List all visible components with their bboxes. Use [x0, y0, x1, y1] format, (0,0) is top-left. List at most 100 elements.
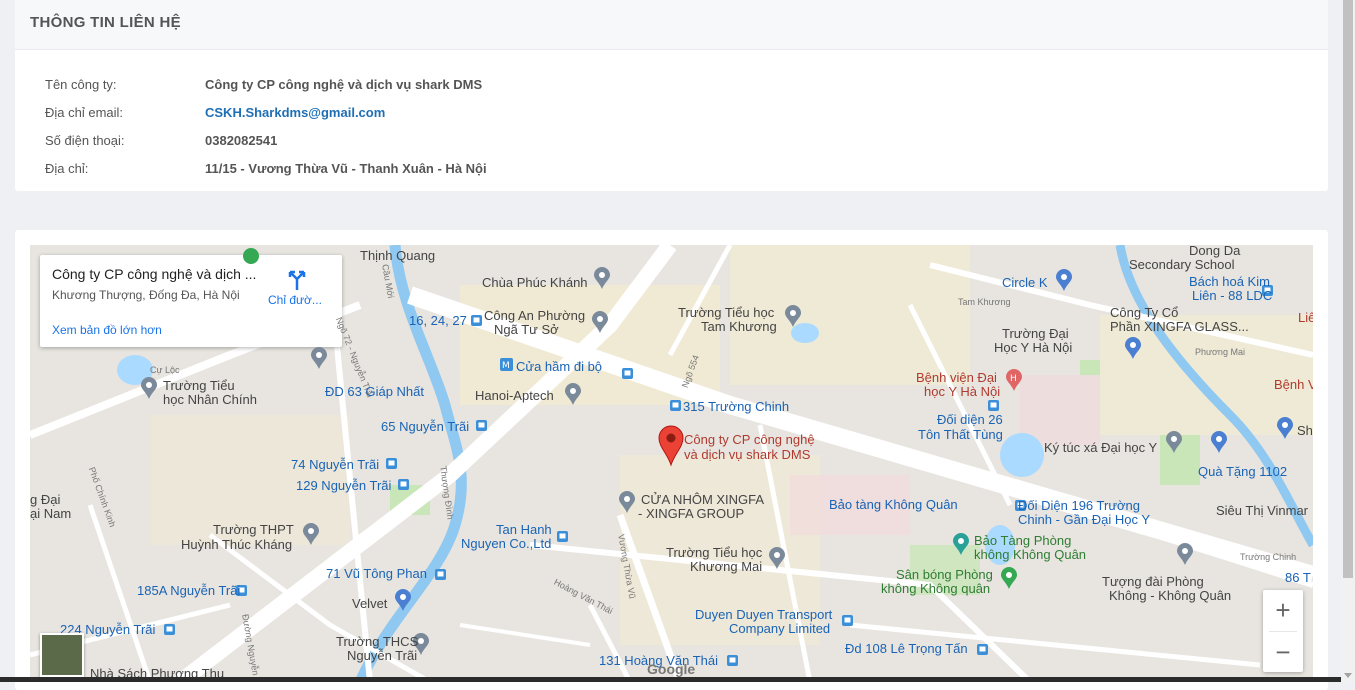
map-label: Hanoi-Aptech — [475, 388, 554, 403]
gift-shop-pin-icon[interactable] — [1210, 431, 1228, 455]
bus-stop-icon[interactable] — [164, 624, 175, 635]
bus-stop-icon[interactable] — [386, 458, 397, 469]
location-pin-icon[interactable] — [310, 347, 328, 371]
map-label: học Y Hà Nội — [924, 384, 1001, 399]
map-label: 65 Nguyễn Trãi — [381, 419, 470, 434]
bus-stop-icon[interactable] — [622, 368, 633, 379]
map-label: g Đại — [30, 492, 61, 507]
contact-card-header: THÔNG TIN LIÊN HỆ — [15, 0, 1328, 50]
map-label: Tôn Thất Tùng — [918, 427, 1003, 442]
bus-stop-icon[interactable] — [557, 531, 568, 542]
bus-stop-icon[interactable] — [670, 400, 681, 411]
map-label: Nguyễn Trãi — [347, 648, 418, 663]
directions-button[interactable]: Chỉ đườ... — [262, 267, 334, 311]
street-label: Tam Khương — [958, 297, 1011, 307]
map-label: 129 Nguyễn Trãi — [296, 478, 392, 493]
map-label: Liên - 88 LDC — [1192, 288, 1273, 303]
map-label: Ngã Tư Sở — [494, 322, 559, 337]
map-label: 185A Nguyễn Trãi — [137, 583, 241, 598]
street-label: Trường Chinh — [1240, 552, 1297, 562]
stadium-pin-icon[interactable] — [1000, 567, 1018, 591]
place-address: Khương Thượng, Đống Đa, Hà Nội — [52, 288, 240, 302]
park-pin-icon[interactable] — [242, 247, 260, 265]
page-scrollbar[interactable] — [1341, 0, 1355, 682]
status-bar — [0, 677, 1341, 682]
school-pin-icon[interactable] — [302, 523, 320, 547]
map-card: Công ty CP công nghệ và dịch ... Khương … — [15, 230, 1328, 690]
location-pin-icon[interactable] — [1165, 431, 1183, 455]
company-marker-label-2: và dịch vụ shark DMS — [684, 447, 811, 462]
map-label: Thịnh Quang — [360, 248, 436, 263]
map-label: Sh — [1297, 423, 1313, 438]
map-label: Quà Tặng 1102 — [1198, 464, 1288, 479]
bus-stop-icon[interactable] — [727, 655, 738, 666]
shopping-pin-icon[interactable] — [1055, 269, 1073, 293]
school-pin-icon[interactable] — [784, 305, 802, 329]
company-marker-icon[interactable] — [657, 425, 685, 467]
map-label: Trường THCS — [336, 634, 419, 649]
map-label: Công Ty Cổ — [1110, 305, 1179, 320]
satellite-toggle-button[interactable] — [40, 633, 84, 677]
map-label: Tan Hanh — [496, 522, 552, 537]
map-label: Liê — [1298, 310, 1313, 325]
bus-stop-icon[interactable] — [476, 420, 487, 431]
address-value: 11/15 - Vương Thừa Vũ - Thanh Xuân - Hà … — [205, 161, 487, 176]
police-pin-icon[interactable] — [591, 311, 609, 335]
map-label: Không - Không Quân — [1109, 588, 1232, 603]
bus-stop-icon[interactable] — [398, 479, 409, 490]
map-label: Company Limited — [729, 621, 831, 636]
shopping-pin-icon[interactable] — [1124, 337, 1142, 361]
map-label: Đd 108 Lê Trọng Tấn — [845, 641, 968, 656]
map-label: - XINGFA GROUP — [638, 506, 745, 521]
bus-stop-icon[interactable] — [435, 569, 446, 580]
map-label: ại Nam — [30, 506, 72, 521]
museum-pin-icon[interactable] — [952, 533, 970, 557]
map-label: Duyen Duyen Transport — [695, 607, 833, 622]
street-label: Cự Lộc — [150, 365, 180, 375]
zoom-in-button[interactable]: + — [1263, 590, 1303, 630]
map-label: Đối diện 26 — [937, 412, 1003, 427]
map-label: Sân bóng Phòng — [896, 567, 993, 582]
school-pin-icon[interactable] — [140, 377, 158, 401]
zoom-out-button[interactable]: − — [1263, 632, 1303, 672]
metro-station-icon[interactable]: M — [500, 358, 513, 371]
map-label: Phần XINGFA GLASS... — [1110, 319, 1249, 334]
shopping-pin-icon[interactable] — [1276, 417, 1294, 441]
location-pin-icon[interactable] — [1176, 543, 1194, 567]
map-label: Trường Tiểu — [163, 378, 235, 393]
map-label: Bệnh viện Đại — [916, 370, 997, 385]
bus-stop-icon[interactable] — [842, 615, 853, 626]
map-label: Trường Tiểu học — [666, 545, 763, 560]
bus-stop-icon[interactable] — [988, 400, 999, 411]
scrollbar-thumb[interactable] — [1343, 0, 1353, 578]
map-label: Chùa Phúc Khánh — [482, 275, 588, 290]
directions-icon — [288, 270, 306, 290]
map-label: không Không Quân — [974, 547, 1087, 562]
location-pin-icon[interactable] — [618, 491, 636, 515]
address-label: Địa chỉ: — [45, 161, 89, 176]
company-marker-label-1: Công ty CP công nghệ — [684, 432, 815, 447]
map-label: Đối Diện 196 Trường — [1018, 498, 1141, 513]
map-label: Huỳnh Thúc Kháng — [181, 537, 293, 552]
map-label: 74 Nguyễn Trãi — [291, 457, 380, 472]
map-label: Velvet — [352, 596, 388, 611]
bus-stop-icon[interactable] — [471, 315, 482, 326]
hospital-pin-icon[interactable]: H — [1005, 369, 1023, 393]
school-pin-icon[interactable] — [768, 547, 786, 571]
shopping-pin-icon[interactable] — [394, 589, 412, 613]
company-name-label: Tên công ty: — [45, 77, 117, 92]
zoom-control: + − — [1263, 590, 1303, 672]
map-label: Bảo Tàng Phòng — [974, 533, 1072, 548]
bus-stop-icon[interactable] — [977, 644, 988, 655]
map-label: Circle K — [1002, 275, 1048, 290]
temple-pin-icon[interactable] — [593, 267, 611, 291]
scroll-down-arrow-icon[interactable] — [1344, 673, 1352, 678]
svg-text:H: H — [1010, 374, 1017, 384]
map-label: Học Y Hà Nội — [994, 340, 1073, 355]
google-map[interactable]: Công ty CP công nghệ và dịch ... Khương … — [30, 245, 1313, 682]
email-link[interactable]: CSKH.Sharkdms@gmail.com — [205, 105, 385, 120]
map-label: 315 Trường Chinh — [683, 399, 790, 414]
location-pin-icon[interactable] — [564, 383, 582, 407]
larger-map-link[interactable]: Xem bản đồ lớn hơn — [52, 323, 162, 337]
map-label: Bệnh V — [1274, 377, 1313, 392]
